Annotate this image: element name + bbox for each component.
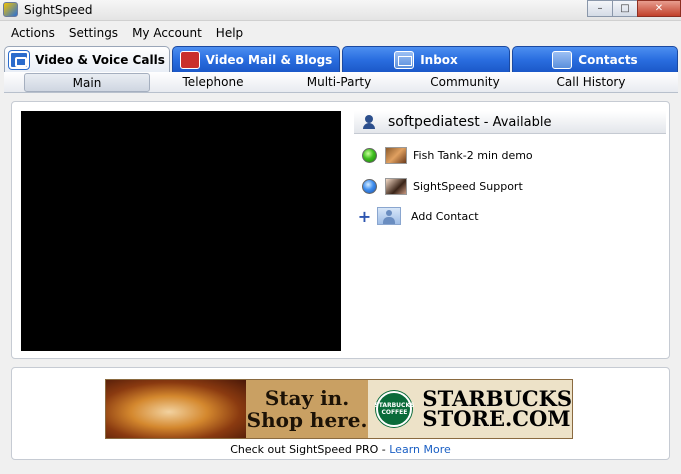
contacts-icon (552, 50, 573, 69)
add-contact-button[interactable]: + Add Contact (357, 206, 479, 226)
availability-status[interactable]: - Available (484, 115, 552, 130)
coffee-cup-image (106, 380, 246, 438)
ad-brand-line2: STORE.COM (422, 406, 571, 431)
online-status-icon (362, 178, 377, 194)
inbox-icon (394, 50, 415, 69)
add-contact-label: Add Contact (411, 209, 479, 223)
minimize-button[interactable]: – (587, 0, 613, 17)
tab-label: Contacts (578, 52, 638, 67)
learn-more-link[interactable]: Learn More (389, 443, 451, 456)
promo-label: Check out SightSpeed PRO - (230, 443, 390, 456)
contact-row[interactable]: Fish Tank-2 min demo (362, 145, 533, 165)
tab-inbox[interactable]: Inbox (342, 46, 510, 72)
contact-name: Fish Tank-2 min demo (413, 148, 533, 162)
tab-label: Video & Voice Calls (35, 52, 165, 67)
main-panel: softpediatest - Available Fish Tank-2 mi… (11, 101, 670, 359)
sub-tabs: Main Telephone Multi-Party Community Cal… (4, 72, 678, 93)
maximize-button[interactable]: □ (612, 0, 638, 17)
menu-help[interactable]: Help (209, 26, 250, 40)
user-status-bar[interactable]: softpediatest - Available (354, 111, 666, 134)
subtab-telephone[interactable]: Telephone (150, 72, 276, 92)
ad-slogan: Stay in. Shop here. (245, 380, 369, 438)
subtab-main[interactable]: Main (24, 73, 150, 92)
subtab-call-history[interactable]: Call History (528, 72, 654, 92)
video-preview (21, 111, 341, 351)
window-controls: – □ ✕ (587, 0, 681, 18)
ad-slogan-line1: Stay in. (264, 386, 350, 410)
menu-bar: Actions Settings My Account Help (0, 22, 681, 44)
ad-slogan-line2: Shop here. (246, 408, 368, 432)
contact-name: SightSpeed Support (413, 179, 523, 193)
contact-avatar (385, 177, 407, 195)
video-call-icon (9, 50, 30, 69)
tab-contacts[interactable]: Contacts (512, 46, 678, 72)
contact-placeholder-icon (377, 207, 401, 225)
plus-icon: + (357, 206, 372, 226)
close-button[interactable]: ✕ (637, 0, 681, 17)
ad-panel: Stay in. Shop here. STARBUCKS COFFEE STA… (11, 367, 670, 460)
tab-label: Video Mail & Blogs (205, 52, 333, 67)
title-bar: SightSpeed – □ ✕ (0, 0, 681, 21)
username: softpediatest (388, 114, 480, 130)
main-tabs: Video & Voice Calls Video Mail & Blogs I… (4, 46, 678, 72)
menu-actions[interactable]: Actions (4, 26, 62, 40)
ad-brand-text: STARBUCKS STORE.COM (422, 388, 572, 431)
tab-video-voice-calls[interactable]: Video & Voice Calls (4, 46, 170, 72)
online-status-icon (362, 147, 377, 163)
starbucks-logo-icon: STARBUCKS COFFEE (374, 391, 414, 427)
menu-settings[interactable]: Settings (62, 26, 125, 40)
subtab-community[interactable]: Community (402, 72, 528, 92)
contact-avatar (385, 146, 407, 164)
tab-label: Inbox (420, 52, 458, 67)
starbucks-ad-banner[interactable]: Stay in. Shop here. STARBUCKS COFFEE STA… (105, 379, 573, 439)
video-mail-icon (179, 50, 200, 69)
promo-text: Check out SightSpeed PRO - Learn More (12, 443, 669, 456)
window-title: SightSpeed (24, 3, 93, 17)
subtab-multi-party[interactable]: Multi-Party (276, 72, 402, 92)
sightspeed-app-icon (3, 2, 18, 17)
contact-row[interactable]: SightSpeed Support (362, 176, 523, 196)
user-icon (362, 115, 376, 129)
ad-brand: STARBUCKS COFFEE STARBUCKS STORE.COM (368, 380, 572, 438)
menu-my-account[interactable]: My Account (125, 26, 209, 40)
tab-video-mail-blogs[interactable]: Video Mail & Blogs (172, 46, 340, 72)
